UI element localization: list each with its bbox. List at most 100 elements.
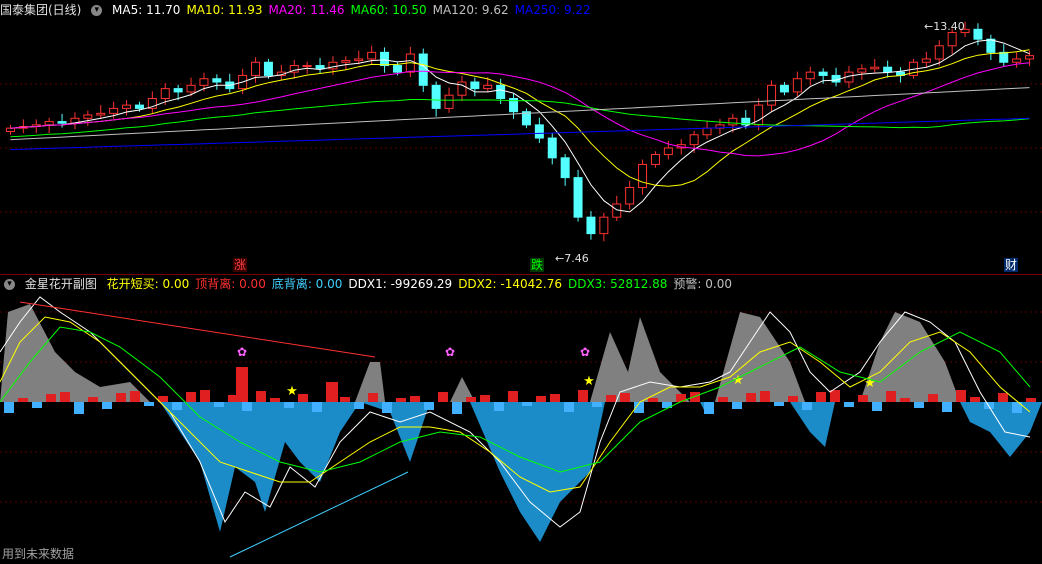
volume-bar (438, 392, 448, 402)
volume-bar (214, 402, 224, 407)
candle (470, 77, 480, 97)
candle-body (354, 58, 364, 62)
indicator-legend-item-5: DDX3: 52812.88 (567, 277, 668, 291)
candle (276, 65, 286, 81)
indicator-legend-items: 花开短买: 0.00 顶背离: 0.00 底背离: 0.00 DDX1: -99269… (107, 277, 738, 291)
settings-gear-icon[interactable]: ▾ (91, 5, 103, 16)
candle (870, 58, 880, 73)
volume-bar (802, 402, 812, 410)
volume-bar (998, 393, 1008, 402)
candle-body (483, 84, 493, 90)
candle-body (160, 88, 170, 100)
candle-body (973, 28, 983, 40)
volume-bar (200, 390, 210, 402)
candle (638, 159, 648, 195)
candle-body (1012, 58, 1022, 63)
stock-title[interactable]: 国泰集团(日线) (0, 3, 81, 17)
volume-bar (236, 367, 248, 402)
candle (5, 124, 15, 135)
volume-bar (844, 402, 854, 407)
candle (509, 93, 519, 119)
volume-bar (382, 402, 392, 413)
candle (457, 75, 467, 102)
ma60-line (10, 99, 1030, 138)
volume-bar (578, 390, 588, 402)
candle-body (702, 127, 712, 136)
candle (650, 151, 660, 168)
candle-body (650, 154, 660, 165)
ma20-line (10, 62, 1030, 157)
candle-body (560, 157, 570, 179)
candle-body (586, 216, 596, 235)
ma-legend-item-5: MA250: 9.22 (514, 3, 591, 17)
gray-area (0, 304, 1042, 402)
buy-star-icon: ★ (583, 374, 595, 389)
fall-marker[interactable]: 跌 (530, 258, 545, 272)
fall-marker-label: 跌 (531, 258, 544, 272)
volume-bar (102, 402, 112, 409)
main-price-chart[interactable]: ←13.40 ←7.46 (0, 18, 1042, 272)
volume-bar (816, 392, 826, 402)
candle-body (870, 66, 880, 70)
settings-gear-icon[interactable]: ▾ (4, 279, 15, 290)
volume-bar (914, 402, 924, 408)
volume-bar (172, 402, 182, 410)
candle-body (199, 78, 209, 86)
indicator-chart[interactable]: ★★ ★ ★✿ ✿ ✿ (0, 292, 1042, 564)
volume-bar (494, 402, 504, 411)
candle (521, 108, 531, 129)
ma-legend-item-2: MA20: 11.46 (268, 3, 345, 17)
volume-bar (354, 402, 364, 409)
chart-divider (0, 274, 1042, 275)
blue-area (160, 402, 1042, 542)
volume-bar (368, 393, 378, 402)
candle-body (83, 114, 93, 119)
candle-body (496, 84, 506, 100)
volume-bar (18, 398, 28, 402)
candle-body (805, 71, 815, 80)
volume-bar (564, 402, 574, 412)
finance-marker[interactable]: 财 (1004, 258, 1019, 272)
candle (263, 58, 273, 79)
candle-body (573, 177, 583, 218)
volume-bar (592, 402, 602, 407)
candle (573, 169, 583, 222)
indicator-title[interactable]: 金星花开副图 (25, 277, 97, 291)
volume-bar (186, 392, 196, 402)
candle (586, 211, 596, 240)
volume-bar (522, 402, 532, 406)
candle-body (779, 84, 789, 93)
rise-marker[interactable]: 涨 (233, 258, 248, 272)
candle-body (534, 124, 544, 139)
candle (534, 117, 544, 143)
volume-bar (270, 398, 280, 402)
candle (315, 57, 325, 74)
indicator-legend-item-2: 底背离: 0.00 (271, 277, 343, 291)
volume-bar (760, 391, 770, 402)
candle-body (999, 51, 1009, 63)
candle-body (728, 117, 738, 126)
candle-body (921, 58, 931, 63)
volume-bar (256, 391, 266, 402)
candle-body (792, 78, 802, 93)
candle (560, 153, 570, 186)
volume-bar (788, 396, 798, 402)
candle (225, 73, 235, 93)
indicator-legend-item-4: DDX2: -14042.76 (458, 277, 562, 291)
volume-bar (830, 390, 840, 402)
flower-icon: ✿ (580, 345, 590, 359)
candle-body (547, 137, 557, 159)
volume-bar (326, 382, 338, 402)
candle-body (212, 78, 222, 83)
volume-bar (60, 392, 70, 402)
volume-bar (942, 402, 952, 412)
candle (70, 112, 80, 130)
volume-bar (704, 402, 714, 414)
candle-body (251, 61, 261, 76)
sub-legend: ▾ 金星花开副图 花开短买: 0.00 顶背离: 0.00 底背离: 0.00 DDX… (0, 276, 744, 292)
candle-body (457, 81, 467, 96)
candle-body (380, 51, 390, 67)
candle-body (431, 84, 441, 109)
indicator-legend-item-0: 花开短买: 0.00 (106, 277, 190, 291)
candle (767, 80, 777, 113)
